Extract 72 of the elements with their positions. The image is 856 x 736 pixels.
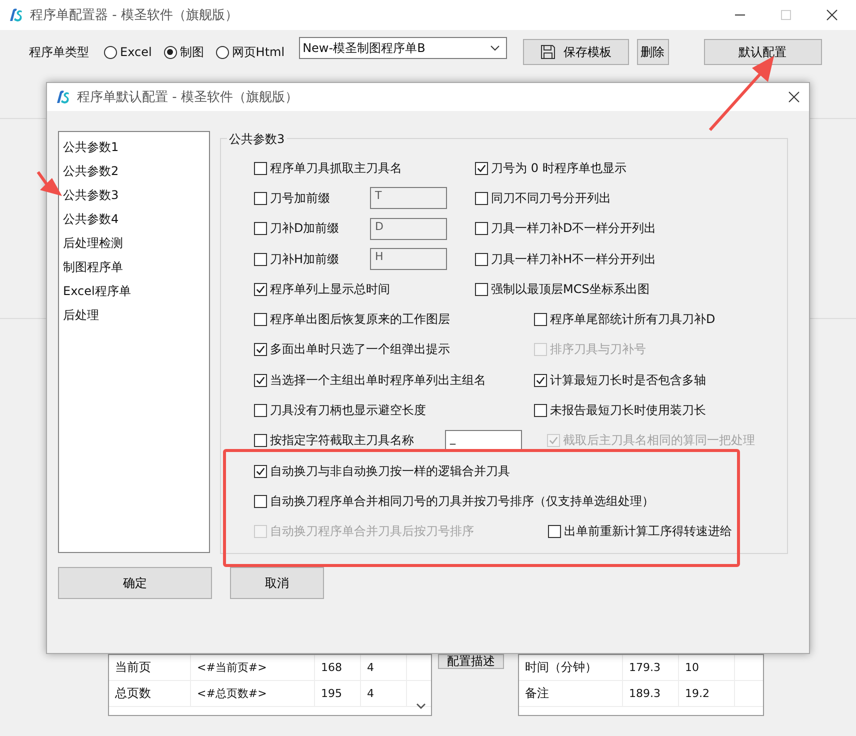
toolbar-button[interactable]: 保存模板 [522, 39, 629, 65]
table-cell: 4 [361, 655, 407, 680]
list-item[interactable]: 公共参数2 [63, 159, 209, 183]
window-title: 程序单配置器 - 模圣软件（旗舰版） [30, 7, 238, 24]
list-item[interactable]: Excel程序单 [63, 279, 209, 303]
table-cell: 总页数 [109, 681, 191, 706]
table-cell: 当前页 [109, 655, 191, 680]
dialog-title: 程序单默认配置 - 模圣软件（旗舰版） [77, 89, 298, 106]
checkbox[interactable]: 自动换刀与非自动换刀按一样的逻辑合并刀具 [254, 462, 787, 480]
checkbox[interactable]: 程序单尾部统计所有刀具刀补D [534, 311, 787, 328]
toolbar-button[interactable]: 默认配置 [704, 39, 822, 65]
checkbox[interactable]: 当选择一个主组出单时程序单列出主组名 [254, 372, 534, 389]
checkbox[interactable]: 刀号加前缀 [254, 190, 370, 207]
checkbox[interactable]: 刀具一样刀补D不一样分开列出 [475, 220, 787, 238]
checkbox[interactable]: 程序单刀具抓取主刀具名 [254, 160, 475, 177]
check-icon [255, 466, 266, 477]
table-cell: 189.3 [623, 681, 679, 706]
toolbar-button[interactable]: 删除 [636, 39, 669, 65]
table-cell: 179.3 [623, 655, 679, 680]
check-icon [255, 344, 266, 356]
describe-button[interactable]: 配置描述 [438, 654, 504, 669]
logo-icon [55, 89, 71, 105]
checkbox[interactable]: 刀具没有刀柄也显示避空长度 [254, 402, 534, 420]
check-icon [255, 284, 266, 295]
checkbox[interactable]: 程序单列上显示总时间 [254, 280, 475, 298]
table-cell: 4 [361, 681, 407, 706]
close-icon[interactable] [826, 9, 838, 21]
checkbox[interactable]: 多面出单时只选了一个组弹出提示 [254, 341, 534, 358]
checkbox[interactable]: 计算最短刀长时是否包含多轴 [534, 372, 787, 389]
checkbox[interactable]: 刀具一样刀补H不一样分开列出 [475, 250, 787, 268]
table-cell: <#当前页#> [191, 655, 315, 680]
caret-icon [490, 45, 500, 51]
list-item[interactable]: 制图程序单 [63, 255, 209, 279]
template-dropdown[interactable]: New-模圣制图程序单B [298, 37, 507, 59]
dialog-button[interactable]: 取消 [230, 567, 324, 599]
check-icon [535, 374, 546, 386]
radio-button[interactable]: 制图 [164, 44, 204, 60]
checkbox[interactable]: 自动换刀程序单合并相同刀号的刀具并按刀号排序（仅支持单选组处理） [254, 492, 787, 510]
table-cell: 19.2 [679, 681, 735, 706]
checkbox[interactable]: 刀补D加前缀 [254, 220, 370, 238]
dialog-button[interactable]: 确定 [58, 567, 212, 599]
check-icon [255, 374, 266, 386]
table-cell: 时间（分钟） [519, 655, 623, 680]
checkbox[interactable]: 未报告最短刀长时使用装刀长 [534, 402, 787, 420]
scroll-down-icon[interactable] [416, 703, 426, 709]
list-item[interactable]: 后处理 [63, 303, 209, 327]
table-cell: 10 [679, 655, 735, 680]
group-title: 公共参数3 [227, 131, 287, 148]
logo-icon [8, 7, 24, 23]
check-icon [548, 435, 559, 446]
checkbox[interactable]: 刀号为 0 时程序单也显示 [475, 160, 787, 177]
type-label: 程序单类型 [29, 44, 89, 60]
close-icon[interactable] [788, 91, 800, 103]
list-item[interactable]: 后处理检测 [63, 231, 209, 255]
checkbox[interactable]: 按指定字符截取主刀具名称 [254, 432, 445, 450]
table-cell: <#总页数#> [191, 681, 315, 706]
input-field[interactable]: _ [445, 430, 522, 452]
list-item[interactable]: 公共参数4 [63, 207, 209, 231]
checkbox[interactable]: 刀补H加前缀 [254, 250, 370, 268]
table-cell: 195 [315, 681, 361, 706]
list-item[interactable]: 公共参数3 [63, 183, 209, 207]
checkbox[interactable]: 强制以最顶层MCS坐标系出图 [475, 280, 787, 298]
list-item[interactable]: 公共参数1 [63, 135, 209, 159]
check-icon [476, 162, 487, 174]
save-icon [540, 44, 556, 60]
checkbox[interactable]: 出单前重新计算工序得转速进给 [548, 523, 787, 540]
radio-button[interactable]: Excel [104, 45, 152, 59]
checkbox[interactable]: 程序单出图后恢复原来的工作图层 [254, 311, 534, 328]
radio-button[interactable]: 网页Html [216, 44, 285, 60]
table-cell: 备注 [519, 681, 623, 706]
table-cell: 168 [315, 655, 361, 680]
checkbox[interactable]: 同刀不同刀号分开列出 [475, 190, 787, 207]
